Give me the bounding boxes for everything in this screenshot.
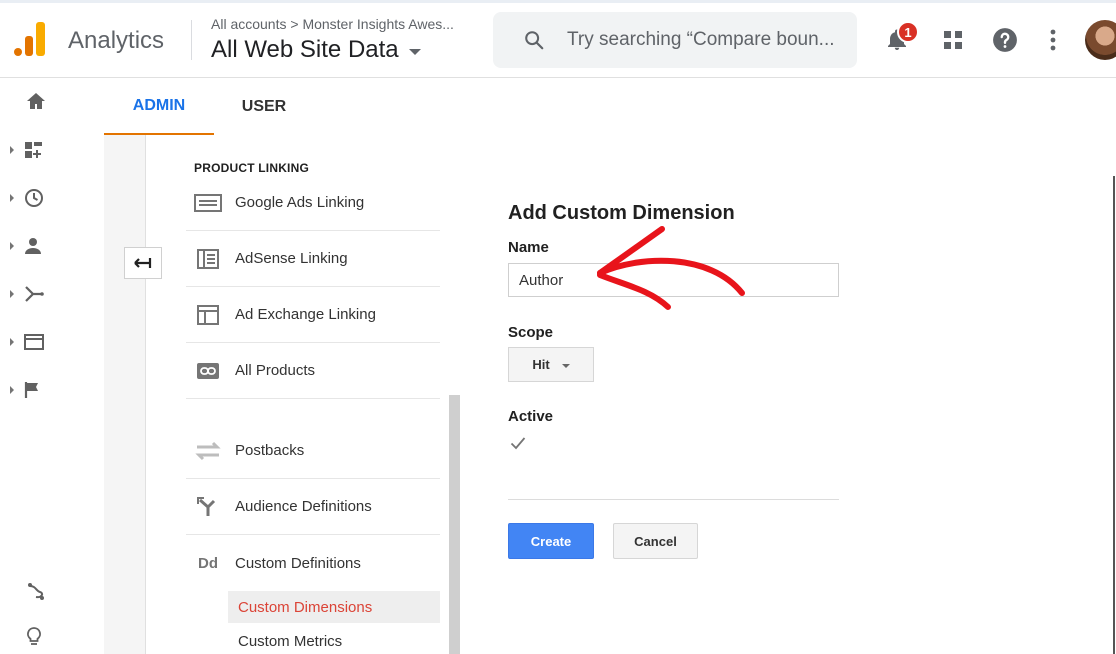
ad-exchange-icon: [194, 304, 222, 326]
nav-sub-custom-metrics[interactable]: Custom Metrics: [228, 625, 440, 654]
help-icon: [993, 28, 1017, 52]
scope-label: Scope: [508, 324, 554, 341]
expand-arrow-icon: [10, 290, 14, 298]
nav-item-all-products[interactable]: All Products: [186, 343, 440, 399]
rail-audience[interactable]: [10, 234, 60, 258]
arrow-back-icon: [134, 258, 152, 268]
adsense-icon: [194, 248, 222, 270]
search-box[interactable]: [493, 12, 857, 68]
avatar[interactable]: [1085, 20, 1116, 60]
custom-definitions-icon: Dd: [198, 554, 218, 572]
account-breadcrumb[interactable]: All accounts > Monster Insights Awes...: [211, 16, 454, 32]
name-label: Name: [508, 239, 549, 256]
acquisition-icon: [25, 286, 44, 302]
page-title: Add Custom Dimension: [508, 202, 735, 224]
tab-admin[interactable]: ADMIN: [104, 79, 214, 135]
search-input[interactable]: [567, 29, 857, 51]
expand-arrow-icon: [10, 338, 14, 346]
realtime-icon: [25, 189, 43, 207]
nav-item-label: Audience Definitions: [235, 498, 372, 515]
nav-item-label: All Products: [235, 362, 316, 379]
form-divider: [508, 499, 839, 500]
rail-customization[interactable]: [10, 138, 60, 162]
nav-item-label: Ad Exchange Linking: [235, 306, 376, 323]
expand-arrow-icon: [10, 242, 14, 250]
discover-icon: [27, 627, 41, 645]
nav-item-google-ads-linking[interactable]: Google Ads Linking: [186, 175, 440, 231]
more-options-button[interactable]: [1040, 26, 1066, 54]
audience-icon: [25, 238, 41, 254]
nav-sub-custom-dimensions[interactable]: Custom Dimensions: [228, 591, 440, 623]
nav-item-label: Custom Definitions: [235, 554, 361, 572]
top-app-bar: Analytics All accounts > Monster Insight…: [0, 0, 1116, 78]
property-selector[interactable]: All Web Site Data: [211, 36, 421, 64]
conversions-icon: [24, 382, 38, 398]
apps-button[interactable]: [940, 26, 966, 54]
expand-arrow-icon: [10, 146, 14, 154]
notification-badge: 1: [897, 21, 919, 43]
left-nav-rail: [0, 79, 70, 654]
header-divider: [191, 20, 192, 60]
nav-item-label: Google Ads Linking: [235, 194, 365, 211]
search-icon: [525, 31, 544, 50]
top-strip: [0, 0, 1116, 3]
nav-item-label: Postbacks: [235, 442, 305, 459]
nav-scrollbar[interactable]: [449, 395, 460, 654]
help-button[interactable]: [992, 26, 1018, 54]
customization-icon: [25, 142, 42, 158]
rail-attribution[interactable]: [26, 579, 76, 603]
postbacks-icon: [194, 440, 222, 462]
google-ads-icon: [194, 192, 222, 214]
scope-dropdown[interactable]: Hit: [508, 347, 594, 382]
nav-item-postbacks[interactable]: Postbacks: [186, 423, 440, 479]
property-name: All Web Site Data: [211, 36, 399, 63]
apps-icon: [944, 31, 962, 49]
active-label: Active: [508, 408, 554, 425]
window-edge: [1113, 176, 1115, 654]
nav-item-ad-exchange-linking[interactable]: Ad Exchange Linking: [186, 287, 440, 343]
analytics-logo[interactable]: [14, 22, 46, 56]
expand-arrow-icon: [10, 386, 14, 394]
collapse-nav-button[interactable]: [124, 247, 162, 279]
checkmark-icon: [510, 436, 525, 449]
app-name: Analytics: [68, 27, 165, 54]
chevron-down-icon: [561, 363, 570, 368]
rail-realtime[interactable]: [10, 186, 60, 210]
rail-discover[interactable]: [26, 625, 76, 649]
nav-item-label: AdSense Linking: [235, 250, 348, 267]
more-vert-icon: [1050, 29, 1056, 51]
expand-arrow-icon: [10, 194, 14, 202]
behavior-icon: [24, 334, 44, 350]
nav-section-product-linking: PRODUCT LINKING: [194, 161, 309, 175]
tab-user[interactable]: USER: [214, 79, 314, 135]
cancel-button[interactable]: Cancel: [613, 523, 698, 559]
admin-tabs: ADMIN USER: [70, 79, 1116, 135]
attribution-icon: [28, 583, 44, 600]
chevron-down-icon: [408, 48, 421, 55]
home-icon: [27, 93, 45, 109]
create-button[interactable]: Create: [508, 523, 594, 559]
nav-item-custom-definitions[interactable]: Dd Custom Definitions: [186, 535, 440, 591]
link-icon: [194, 360, 222, 382]
active-checkbox[interactable]: [509, 434, 526, 451]
name-input[interactable]: [508, 263, 839, 297]
rail-behavior[interactable]: [10, 330, 60, 354]
rail-acquisition[interactable]: [10, 282, 60, 306]
rail-conversions[interactable]: [10, 378, 60, 402]
nav-item-adsense-linking[interactable]: AdSense Linking: [186, 231, 440, 287]
scope-value: Hit: [532, 357, 550, 372]
rail-home[interactable]: [26, 89, 76, 113]
nav-item-audience-definitions[interactable]: Audience Definitions: [186, 479, 440, 535]
audience-definitions-icon: [194, 496, 222, 518]
